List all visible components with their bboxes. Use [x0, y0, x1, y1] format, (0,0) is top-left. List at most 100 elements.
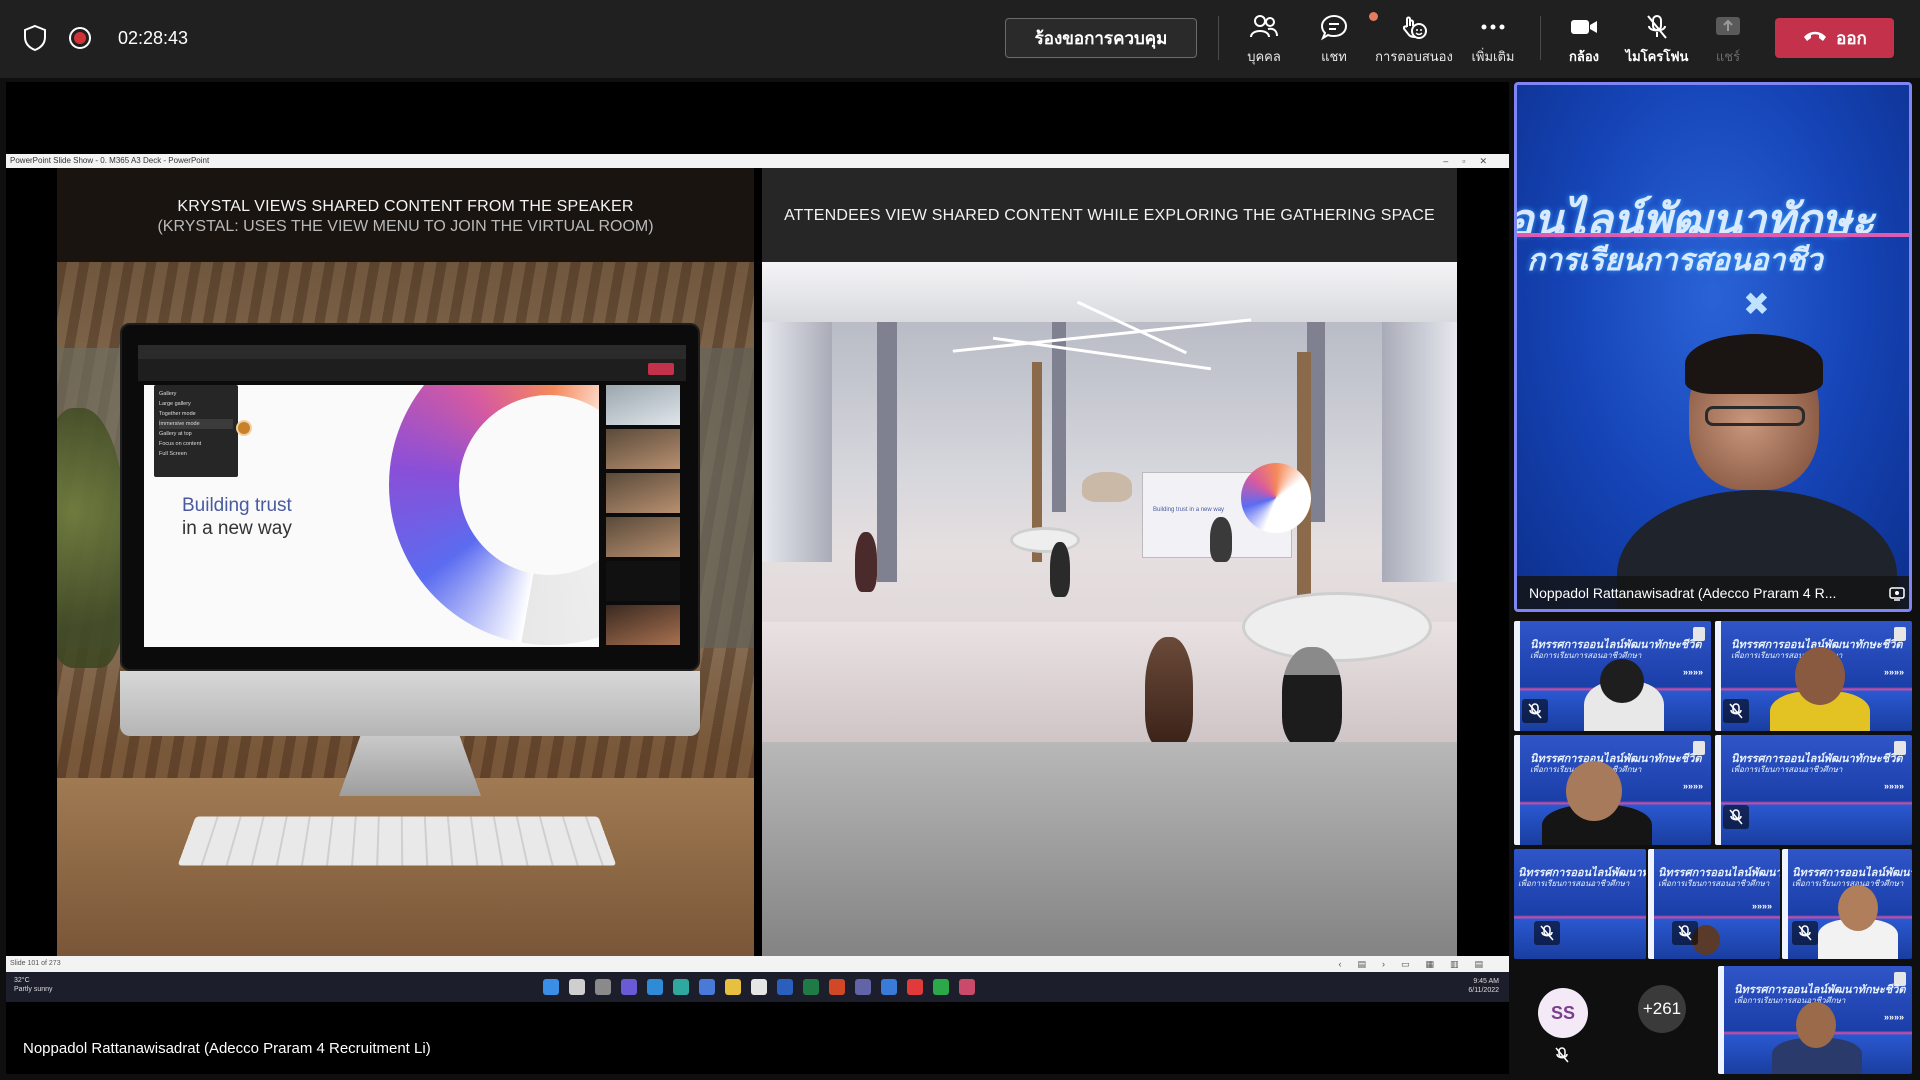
slideshow-controls: ‹▤›▭▦▥▤ [1338, 959, 1499, 969]
participant-tile[interactable]: นิทรรศการออนไลน์พัฒนาทักษะชีวิต เพื่อการ… [1514, 849, 1646, 959]
shared-text-line2: in a new way [182, 518, 292, 539]
avatar [1145, 637, 1193, 747]
powerpoint-title: PowerPoint Slide Show - 0. M365 A3 Deck … [10, 156, 210, 165]
tile-edge [1514, 735, 1520, 845]
avatar [1210, 517, 1232, 562]
right-pane-header: ATTENDEES VIEW SHARED CONTENT WHILE EXPL… [762, 168, 1457, 262]
participant-tile[interactable]: นิทรรศการออนไลน์พัฒนาทักษะชีวิต เพื่อการ… [1648, 849, 1780, 959]
chat-label: แชท [1321, 49, 1347, 64]
powerpoint-title-bar: PowerPoint Slide Show - 0. M365 A3 Deck … [6, 154, 1509, 168]
people-label: บุคคล [1247, 49, 1281, 64]
mini-teams-titlebar [138, 345, 686, 359]
participant-tile[interactable]: นิทรรศการออนไลน์พัฒนาทักษะชีวิต เพื่อการ… [1718, 966, 1912, 1074]
tile-banner-line2: เพื่อการเรียนการสอนอาชีวศึกษา [1658, 879, 1770, 888]
tile-chevrons: »»»» [1682, 781, 1703, 791]
search-icon [569, 979, 585, 995]
more-participants-button[interactable]: +261 [1638, 985, 1686, 1033]
tile-chevrons: »»»» [1883, 1012, 1904, 1022]
active-speaker-video[interactable]: อนไลน์พัฒนาทักษะ การเรียนการสอนอาชีว ✖ N… [1514, 82, 1912, 612]
mini-participant-tiles [606, 385, 680, 647]
snip-app-icon [959, 979, 975, 995]
speaker-hair [1685, 334, 1823, 394]
avatar [1282, 647, 1342, 747]
chat-button[interactable]: แชท [1294, 12, 1378, 68]
microphone-button[interactable]: ไมโครโฟน [1617, 12, 1697, 68]
camera-label: กล้อง [1569, 49, 1599, 64]
participant-tile[interactable]: นิทรรศการออนไลน์พัฒนาทักษะชีวิต เพื่อการ… [1715, 735, 1912, 845]
powerpoint-status-bar: Slide 101 of 273 ‹▤›▭▦▥▤ [6, 956, 1509, 972]
mini-teams-toolbar [138, 359, 686, 381]
scene-wall [1382, 322, 1457, 582]
share-button[interactable]: แชร์ [1688, 12, 1768, 68]
recording-icon[interactable] [68, 26, 92, 50]
microphone-label: ไมโครโฟน [1625, 49, 1689, 64]
tile-edge [1715, 735, 1721, 845]
request-control-button[interactable]: ร้องขอการควบคุม [1005, 18, 1197, 58]
participant-tile[interactable]: นิทรรศการออนไลน์พัฒนาทักษะชีวิต เพื่อการ… [1514, 735, 1711, 845]
mic-off-icon [1644, 12, 1670, 42]
participant-head [1838, 885, 1878, 931]
window-controls: –▫✕ [1443, 156, 1501, 166]
hang-up-icon [1802, 28, 1828, 48]
left-pane-subtitle: (KRYSTAL: USES THE VIEW MENU TO JOIN THE… [157, 218, 654, 235]
edge-dev-icon [673, 979, 689, 995]
store-icon [699, 979, 715, 995]
participant-head [1566, 761, 1622, 821]
monitor-image: Building trust in a new way Gallery Larg… [120, 323, 700, 671]
participant-tile[interactable]: นิทรรศการออนไลน์พัฒนาทักษะชีวิต เพื่อการ… [1514, 621, 1711, 731]
shield-icon[interactable] [22, 24, 48, 52]
meeting-toolbar: 02:28:43 ร้องขอการควบคุม บุคคล แชท การตอ… [0, 0, 1920, 78]
participant-head [1795, 647, 1845, 705]
tree-planter [1010, 527, 1080, 553]
excel-icon [803, 979, 819, 995]
leave-label: ออก [1836, 28, 1867, 48]
cursor-highlight [236, 420, 252, 436]
people-icon [1249, 12, 1279, 42]
mic-off-icon [1555, 1047, 1569, 1068]
reactions-button[interactable]: การตอบสนอง [1374, 12, 1454, 68]
teams-icon [855, 979, 871, 995]
mini-tile [606, 385, 680, 425]
slide-counter: Slide 101 of 273 [10, 960, 61, 967]
participant-avatar[interactable]: SS [1538, 988, 1588, 1038]
camera-button[interactable]: กล้อง [1544, 12, 1624, 68]
tile-chevrons: »»»» [1883, 667, 1904, 677]
mic-off-icon [1723, 805, 1749, 829]
toolbar-divider [1218, 16, 1219, 60]
todo-icon [881, 979, 897, 995]
mic-off-icon [1534, 921, 1560, 945]
view-menu-item: Large gallery [159, 401, 191, 407]
powerpoint-icon [829, 979, 845, 995]
view-menu-item: Together mode [159, 411, 196, 417]
leave-button[interactable]: ออก [1775, 18, 1894, 58]
avatar [855, 532, 877, 592]
participant-head [1600, 659, 1644, 703]
tile-chevrons: »»»» [1682, 667, 1703, 677]
more-label: เพิ่มเติม [1471, 49, 1515, 64]
people-button[interactable]: บุคคล [1224, 12, 1304, 68]
scene-top-band [762, 262, 1457, 322]
virtual-screen-text: Building trust in a new way [1153, 507, 1225, 513]
speaker-glasses [1705, 406, 1805, 426]
view-menu-item: Gallery [159, 391, 177, 397]
screen-share-icon[interactable] [1889, 586, 1905, 607]
tile-chevrons: »»»» [1883, 781, 1904, 791]
participant-tile[interactable]: นิทรรศการออนไลน์พัฒนาทักษะชีวิต เพื่อการ… [1715, 621, 1912, 731]
avatar-group-image [1082, 472, 1132, 502]
reactions-label: การตอบสนอง [1375, 49, 1453, 64]
participant-tile[interactable]: นิทรรศการออนไลน์พัฒนาทักษะชีวิต เพื่อการ… [1782, 849, 1912, 959]
view-menu-item: Gallery at top [159, 431, 192, 437]
chat-icon [1319, 12, 1378, 42]
tile-edge [1782, 849, 1788, 959]
mini-leave-button [648, 363, 674, 375]
tile-edge [1648, 849, 1654, 959]
meeting-status: 02:28:43 [22, 24, 188, 52]
ceiling-light [952, 318, 1252, 353]
more-button[interactable]: เพิ่มเติม [1453, 12, 1533, 68]
scene-wall [762, 322, 832, 562]
tile-edge [1514, 621, 1520, 731]
mic-off-icon [1672, 921, 1698, 945]
monitor-chin [120, 671, 700, 736]
slide: KRYSTAL VIEWS SHARED CONTENT FROM THE SP… [6, 168, 1509, 956]
taskbar-date: 6/11/2022 [1468, 987, 1499, 994]
